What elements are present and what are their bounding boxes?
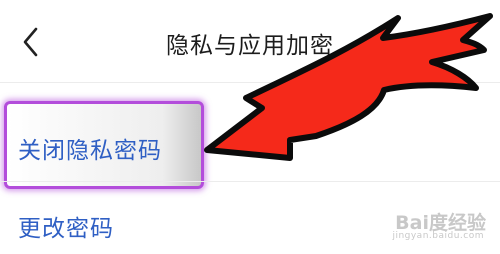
watermark-url: jingyan.baidu.com: [392, 231, 484, 241]
watermark: Bai度经验 jingyan.baidu.com: [376, 208, 486, 244]
page-title: 隐私与应用加密: [166, 33, 334, 59]
list-item-label: 关闭隐私密码: [18, 138, 162, 164]
app-screen: 隐私与应用加密 关闭隐私密码 更改密码 Bai度经验 jingyan.baidu…: [0, 0, 500, 254]
list-item-close-privacy-password[interactable]: 关闭隐私密码: [0, 101, 500, 189]
header-bar: 隐私与应用加密: [0, 0, 500, 83]
divider: [0, 181, 500, 182]
list-item-label: 更改密码: [18, 216, 114, 242]
